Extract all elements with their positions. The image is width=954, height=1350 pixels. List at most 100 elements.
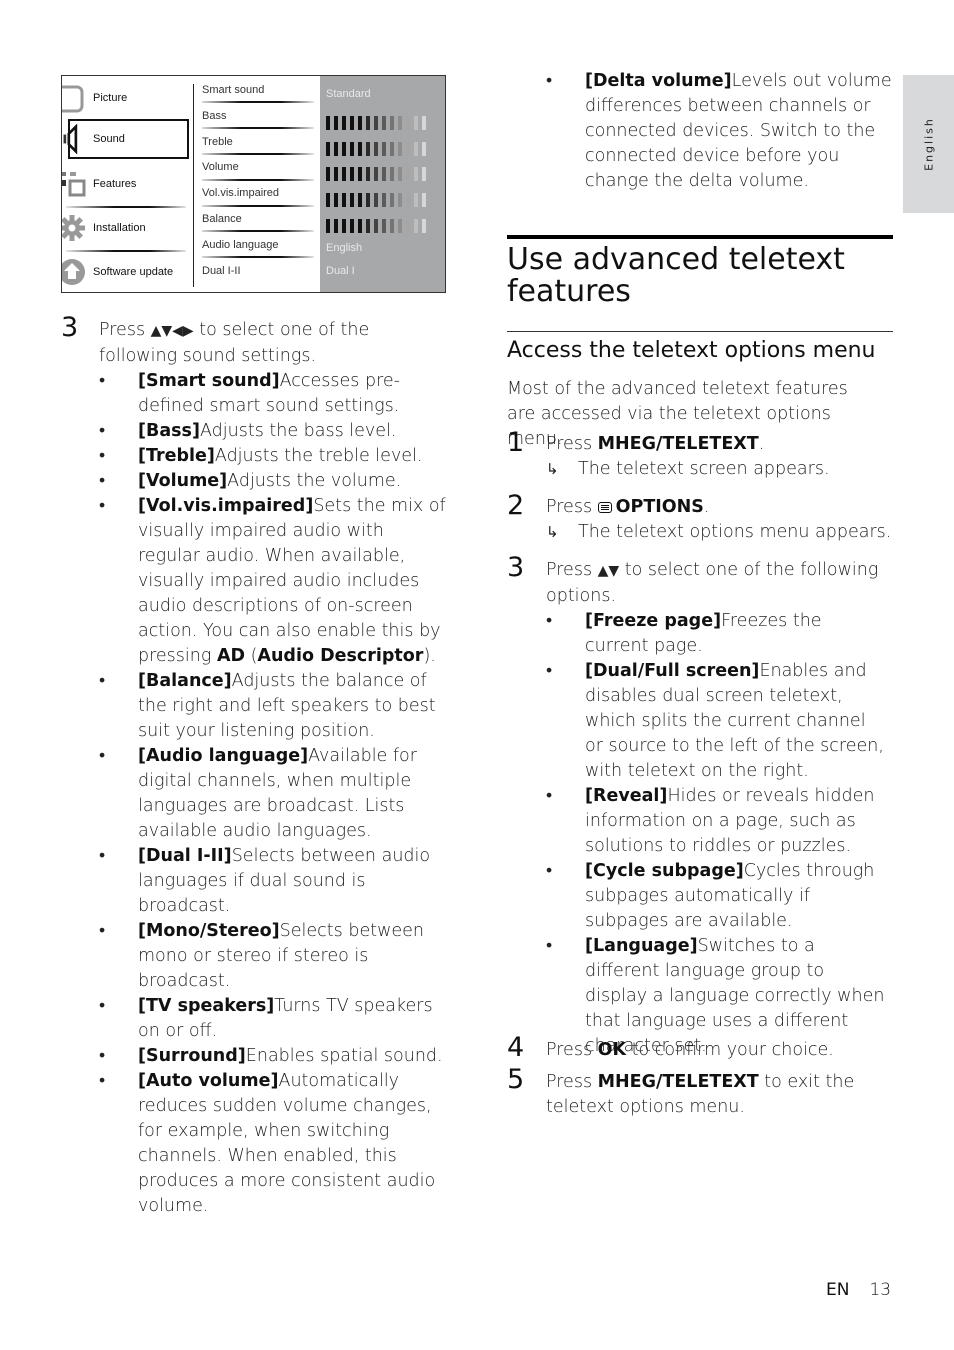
menu-setting-label: Volume <box>202 161 239 174</box>
delta-volume-item: • [Delta volume]Levels out volume differ… <box>546 69 896 194</box>
step-text: Press ▲▼◀▶ to select one of the followin… <box>99 320 370 366</box>
slider-segment <box>358 167 362 182</box>
slider-segment <box>350 193 354 208</box>
list-item: • [TV speakers]Turns TV speakers on or of… <box>99 994 449 1044</box>
level-slider <box>326 115 426 130</box>
result-arrow-icon: ↳ <box>546 523 559 541</box>
bullet: • <box>99 1071 106 1091</box>
right-step-5: Press MHEG/TELETEXT to exit the teletext… <box>546 1072 855 1117</box>
left-step-3: Press ▲▼◀▶ to select one of the followin… <box>99 318 449 1219</box>
step-number: 5 <box>507 1064 525 1095</box>
menu-item-installation: Installation <box>62 208 193 248</box>
menu-setting-item: Vol.vis.impaired <box>202 179 314 204</box>
menu-item-features: Features <box>62 164 193 204</box>
menu-setting-item: Treble <box>202 128 314 153</box>
slider-segment <box>342 115 346 130</box>
slider-segment <box>326 219 330 233</box>
slider-segment <box>334 115 338 130</box>
slider-segment <box>334 167 338 182</box>
menu-setting-label: Bass <box>202 109 227 122</box>
slider-segment <box>342 141 346 156</box>
slider-segment <box>422 115 426 130</box>
slider-segment <box>390 167 394 182</box>
slider-segment <box>374 141 378 156</box>
bullet: • <box>546 661 553 681</box>
menu-setting-item: Audio language <box>202 231 314 256</box>
slider-segment <box>398 115 402 130</box>
setting-term: [Balance] <box>138 671 232 691</box>
setting-term: [Reveal] <box>585 786 668 806</box>
key-name: Audio Descriptor <box>257 646 424 666</box>
slider-segment <box>414 141 418 156</box>
bullet: • <box>99 671 106 691</box>
menu-setting-label: Vol.vis.impaired <box>202 187 280 200</box>
slider-segment <box>406 141 410 156</box>
slider-segment <box>406 219 410 233</box>
slider-segment <box>366 219 370 233</box>
subsection-heading: Access the teletext options menu <box>507 338 876 363</box>
key-name: MHEG/TELETEXT <box>597 1072 759 1092</box>
list-item: • [Surround]Enables spatial sound. <box>99 1044 449 1069</box>
slider-segment <box>334 141 338 156</box>
section-heading: Use advanced teletext features <box>507 242 845 309</box>
menu-setting-label: Audio language <box>202 238 279 251</box>
bullet: • <box>99 846 106 866</box>
slider-segment <box>398 219 402 233</box>
menu-item-label: Installation <box>93 222 146 234</box>
sound-settings-list: • [Smart sound]Accesses pre-defined smart… <box>99 369 449 1219</box>
slider-segment <box>366 115 370 130</box>
bullet: • <box>99 921 106 941</box>
right-step-4: Press OK to confirm your choice. <box>546 1040 834 1060</box>
menu-item-picture: Picture <box>62 78 193 118</box>
menu-item-software-update: Software update <box>62 252 193 292</box>
setting-term: [Delta volume] <box>585 71 732 91</box>
menu-settings: Smart sound Bass Treble Volume Vol.vis.impai… <box>194 76 320 292</box>
list-item: • [Delta volume]Levels out volume differ… <box>546 69 896 194</box>
bullet: • <box>99 1046 106 1066</box>
slider-segment <box>326 193 330 208</box>
list-item: • [Treble]Adjusts the treble level. <box>99 444 449 469</box>
setting-term: [Surround] <box>138 1046 246 1066</box>
slider-segment <box>374 167 378 182</box>
step-number: 2 <box>507 490 525 521</box>
setting-term: [Smart sound] <box>138 371 280 391</box>
setting-term: [Treble] <box>138 446 215 466</box>
slider-segment <box>366 193 370 208</box>
language-tab-label: English <box>922 117 935 171</box>
level-slider <box>326 141 426 156</box>
slider-segment <box>406 167 410 182</box>
manual-page: Picture Sound Features Installation Soft… <box>0 0 954 1350</box>
slider-segment <box>414 219 418 233</box>
slider-segment <box>406 193 410 208</box>
features-icon <box>62 172 86 197</box>
nav-arrows-icon: ▲▼◀▶ <box>150 323 194 339</box>
key-name: AD <box>216 646 246 666</box>
setting-term: [Auto volume] <box>138 1071 279 1091</box>
slider-segment <box>390 115 394 130</box>
slider-segment <box>358 141 362 156</box>
list-item: • [Audio language]Available for digital c… <box>99 744 449 844</box>
footer-language: EN <box>826 1280 850 1300</box>
slider-segment <box>358 115 362 130</box>
bullet: • <box>99 371 106 391</box>
slider-segment <box>414 115 418 130</box>
menu-item-sound: Sound <box>63 119 189 159</box>
slider-segment <box>374 193 378 208</box>
language-side-tab: English <box>903 75 954 213</box>
bullet: • <box>546 786 553 806</box>
sound-menu-screenshot: Picture Sound Features Installation Soft… <box>61 75 446 293</box>
bullet: • <box>99 496 106 516</box>
bullet: • <box>99 446 106 466</box>
setting-desc: Adjusts the treble level. <box>214 446 423 466</box>
setting-term: [Dual I-II] <box>138 846 232 866</box>
value-smart-sound: Standard <box>326 88 371 100</box>
step-number: 3 <box>507 552 525 583</box>
subsection-rule <box>507 331 893 332</box>
result-arrow-icon: ↳ <box>546 460 559 478</box>
menu-setting-label: Dual I-II <box>202 264 241 277</box>
slider-segment <box>422 219 426 233</box>
menu-setting-label: Treble <box>202 135 233 148</box>
menu-setting-item: Bass <box>202 102 314 127</box>
step-result: ↳ The teletext options menu appears. <box>546 520 896 545</box>
menu-setting-label: Smart sound <box>202 84 265 96</box>
